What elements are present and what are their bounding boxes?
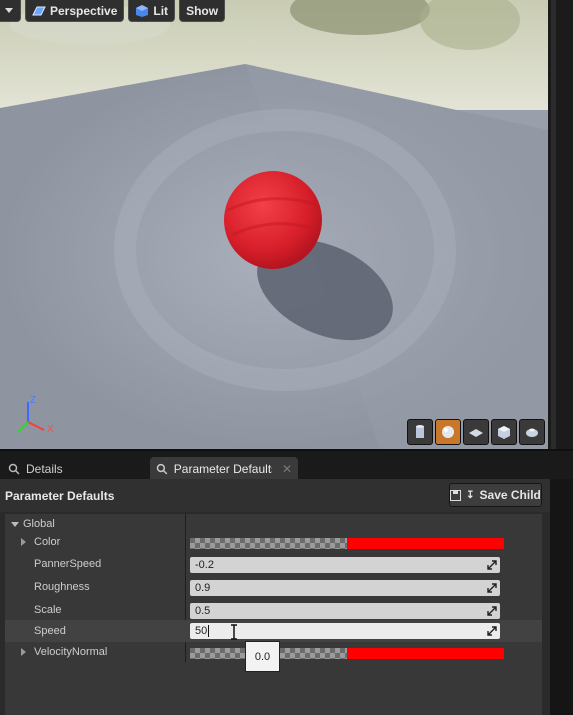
axis-x-label: X <box>47 424 54 435</box>
param-row-scale: Scale 0.5 <box>5 600 542 622</box>
expand-right-icon[interactable] <box>21 538 26 546</box>
expand-right-icon[interactable] <box>21 648 26 656</box>
param-row-color[interactable]: Color <box>5 532 542 554</box>
cylinder-preview-button[interactable] <box>407 419 433 445</box>
tab-parameter-defaults[interactable]: Parameter Defaults ✕ <box>150 457 298 481</box>
param-row-roughness: Roughness 0.9 <box>5 577 542 599</box>
search-icon <box>8 463 20 475</box>
resize-arrow-icon <box>487 583 497 593</box>
cylinder-icon <box>416 425 424 438</box>
tab-parameter-defaults-label: Parameter Defaults <box>173 462 272 476</box>
viewport-options-button[interactable] <box>0 0 21 22</box>
resize-arrow-icon <box>487 560 497 570</box>
pannerspeed-value-field[interactable]: -0.2 <box>190 557 500 573</box>
custom-mesh-preview-button[interactable] <box>519 419 545 445</box>
lit-label: Lit <box>153 3 169 18</box>
value-tooltip: 0.0 <box>245 641 280 672</box>
panel-title: Parameter Defaults <box>5 489 115 503</box>
plane-preview-button[interactable] <box>463 419 489 445</box>
save-child-label: Save Child <box>479 488 541 502</box>
level-viewport[interactable]: Perspective Lit Show Z X <box>0 0 548 449</box>
save-child-button[interactable]: ↧ Save Child <box>449 483 542 507</box>
parameter-tree: Global Color PannerSpeed -0.2 Roughness … <box>5 514 542 715</box>
viewport-scene <box>0 0 548 449</box>
param-name: VelocityNormal <box>34 646 108 658</box>
param-row-speed: Speed 50 <box>5 620 542 642</box>
show-label: Show <box>186 3 219 18</box>
chevron-down-icon <box>5 8 13 13</box>
resize-arrow-icon <box>487 606 497 616</box>
arrow-down-icon: ↧ <box>466 489 475 501</box>
expand-down-icon[interactable] <box>11 522 19 527</box>
viewport-toolbar: Perspective Lit Show <box>0 0 226 22</box>
panel-header: Parameter Defaults ↧ Save Child <box>0 479 550 512</box>
group-label: Global <box>23 518 55 530</box>
axis-z-label: Z <box>30 395 36 406</box>
roughness-value-field[interactable]: 0.9 <box>190 580 500 596</box>
viewport-scrollbar[interactable] <box>548 0 573 449</box>
text-cursor-icon <box>231 624 237 640</box>
cube-icon <box>136 4 149 17</box>
save-icon <box>450 489 462 501</box>
preview-mesh-toolbar <box>407 419 545 445</box>
param-name: PannerSpeed <box>34 558 102 570</box>
color-swatch[interactable] <box>190 538 504 549</box>
show-button[interactable]: Show <box>179 0 226 22</box>
param-name: Speed <box>34 625 66 637</box>
perspective-label: Perspective <box>50 3 118 18</box>
velocitynormal-swatch[interactable] <box>190 648 504 659</box>
lit-button[interactable]: Lit <box>128 0 176 22</box>
panel-scrollbar[interactable] <box>550 479 573 715</box>
param-name: Roughness <box>34 581 90 593</box>
sphere-preview-button[interactable] <box>435 419 461 445</box>
parameter-defaults-panel: Parameter Defaults ↧ Save Child Global C… <box>0 479 550 715</box>
param-row-pannerspeed: PannerSpeed -0.2 <box>5 554 542 576</box>
cube-icon <box>498 426 510 439</box>
sphere-icon <box>442 426 454 438</box>
cube-preview-button[interactable] <box>491 419 517 445</box>
scale-value-field[interactable]: 0.5 <box>190 603 500 619</box>
resize-arrow-icon <box>487 626 497 636</box>
tab-details[interactable]: Details <box>2 457 69 481</box>
param-name: Scale <box>34 604 62 616</box>
close-icon[interactable]: ✕ <box>282 462 292 476</box>
red-sphere <box>224 171 322 269</box>
panel-tab-bar: Details Parameter Defaults ✕ <box>0 449 573 481</box>
tab-details-label: Details <box>26 462 63 476</box>
perspective-button[interactable]: Perspective <box>25 0 125 22</box>
axis-gizmo: Z X <box>17 395 54 435</box>
param-name: Color <box>34 536 61 548</box>
search-icon <box>156 463 168 475</box>
teapot-icon <box>526 428 538 437</box>
perspective-icon <box>32 6 46 15</box>
plane-icon <box>469 429 483 437</box>
